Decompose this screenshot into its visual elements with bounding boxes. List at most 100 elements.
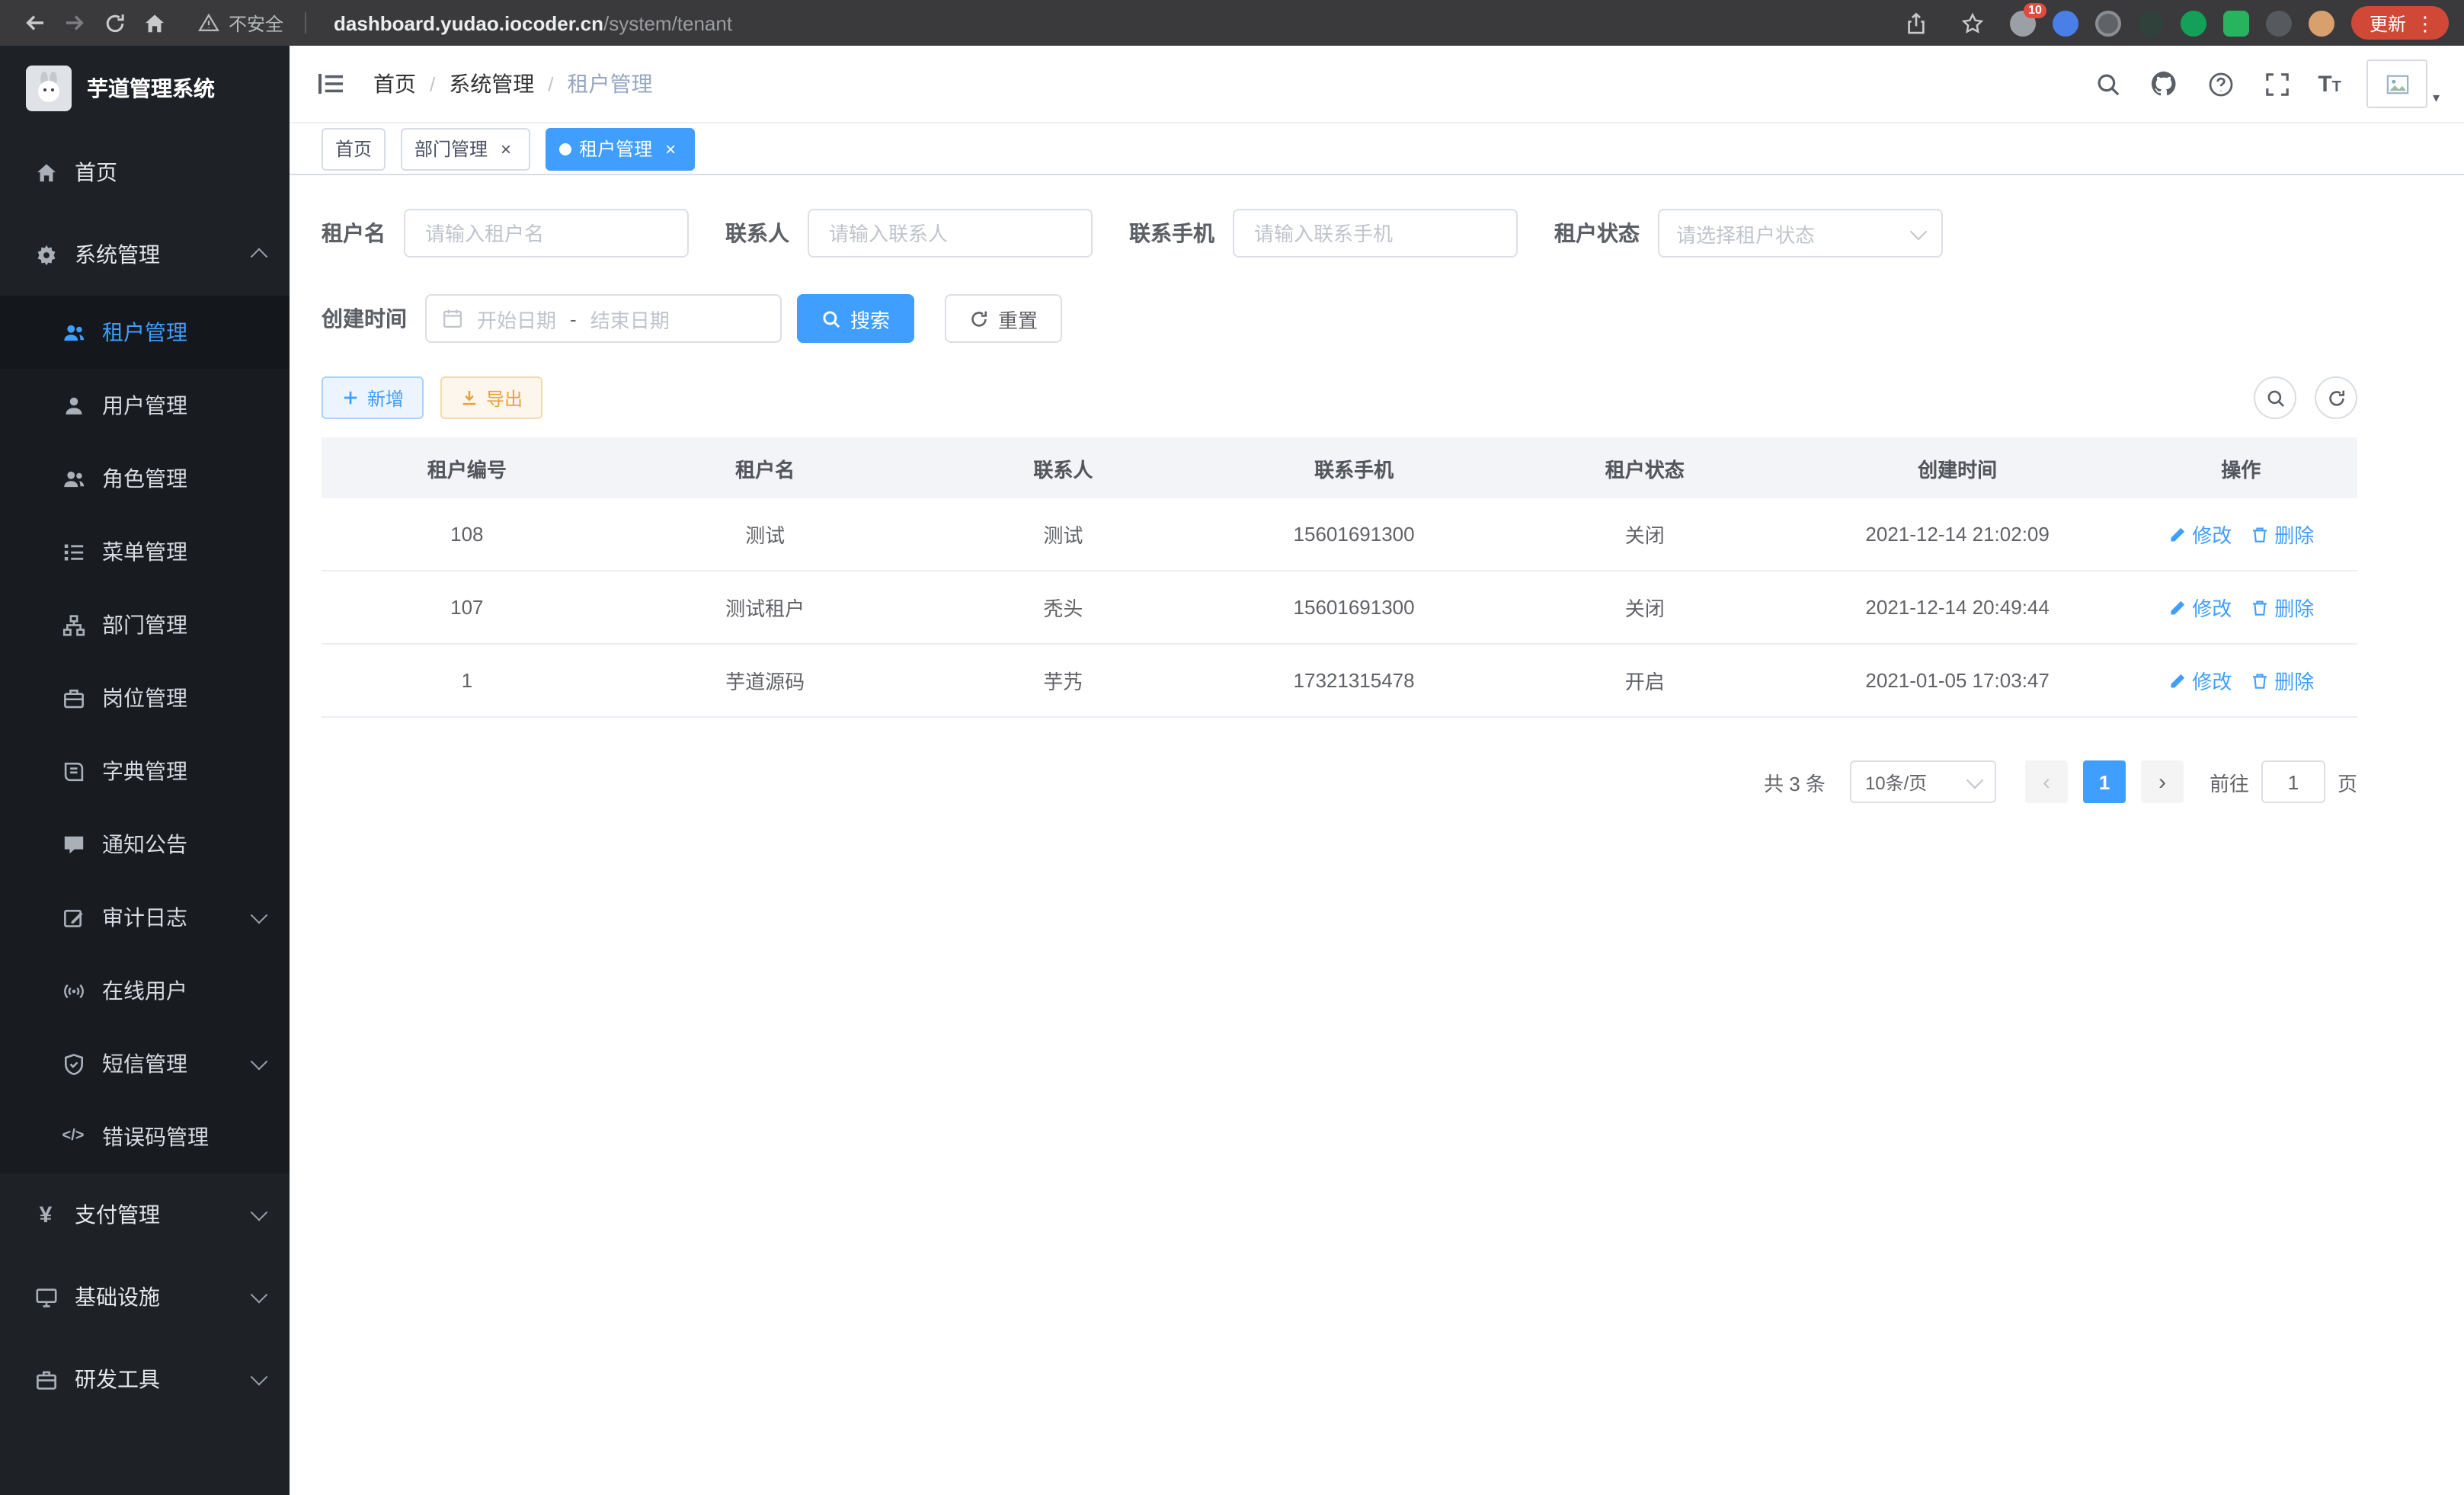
prev-page-button[interactable]: ‹: [2025, 760, 2068, 803]
extensions-puzzle-icon[interactable]: [2266, 10, 2292, 36]
cell-phone: 17321315478: [1208, 669, 1499, 692]
extension-icon-globe[interactable]: [2095, 10, 2121, 36]
delete-link-label: 删除: [2274, 520, 2314, 549]
breadcrumb-item-home[interactable]: 首页: [373, 69, 416, 99]
dictionary-icon: [61, 759, 85, 783]
sms-shield-icon: [61, 1052, 85, 1076]
site-security-area[interactable]: 不安全: [198, 10, 318, 36]
edit-pencil-icon: [2168, 598, 2186, 616]
sidebar-item-audit-log[interactable]: 审计日志: [0, 881, 290, 954]
search-button[interactable]: 搜索: [797, 294, 914, 343]
help-question-icon[interactable]: [2205, 69, 2235, 99]
extension-icon-chat[interactable]: [2223, 10, 2249, 36]
address-bar[interactable]: dashboard.yudao.iocoder.cn/system/tenant: [334, 11, 732, 34]
fullscreen-icon[interactable]: [2261, 69, 2292, 99]
sidebar-item-user-management[interactable]: 用户管理: [0, 369, 290, 442]
export-button[interactable]: 导出: [440, 376, 542, 419]
status-select[interactable]: 请选择租户状态: [1658, 209, 1943, 258]
cell-status: 关闭: [1499, 593, 1790, 622]
extension-icon-blue[interactable]: [2053, 10, 2078, 36]
edit-pencil-icon: [2168, 671, 2186, 690]
tab-dept-management[interactable]: 部门管理 ×: [401, 127, 530, 170]
edit-link[interactable]: 修改: [2168, 666, 2232, 695]
next-page-button[interactable]: ›: [2141, 760, 2184, 803]
close-icon[interactable]: ×: [495, 138, 517, 159]
sidebar-item-label: 短信管理: [102, 1048, 187, 1079]
tab-tenant-management[interactable]: 租户管理 ×: [546, 127, 695, 170]
extension-badge: 10: [2024, 2, 2046, 18]
contact-input[interactable]: [826, 220, 1074, 246]
tab-label: 部门管理: [414, 136, 488, 162]
sidebar-toggle-button[interactable]: [314, 67, 347, 101]
date-range-picker[interactable]: 开始日期 - 结束日期: [425, 294, 782, 343]
table-row: 1 芋道源码 芋艿 17321315478 开启 2021-01-05 17:0…: [322, 645, 2357, 718]
close-icon[interactable]: ×: [660, 138, 681, 159]
divider: [305, 12, 306, 34]
font-size-icon[interactable]: TT: [2318, 72, 2341, 95]
extension-icon-badged[interactable]: 10: [2010, 10, 2036, 36]
sidebar-item-home[interactable]: 首页: [0, 131, 290, 213]
toggle-search-button[interactable]: [2254, 376, 2296, 419]
sidebar-item-payment-management[interactable]: ¥ 支付管理: [0, 1173, 290, 1256]
delete-link[interactable]: 删除: [2250, 666, 2314, 695]
sidebar-item-error-code-management[interactable]: </> 错误码管理: [0, 1100, 290, 1173]
delete-link[interactable]: 删除: [2250, 593, 2314, 622]
sidebar-item-infrastructure[interactable]: 基础设施: [0, 1256, 290, 1338]
extension-icon-green[interactable]: [2181, 10, 2206, 36]
bookmark-star-button[interactable]: [1954, 3, 1993, 43]
total-count: 共 3 条: [1764, 767, 1826, 796]
sidebar-item-post-management[interactable]: 岗位管理: [0, 661, 290, 735]
goto-page-input[interactable]: [2261, 760, 2325, 803]
edit-link[interactable]: 修改: [2168, 593, 2232, 622]
delete-link[interactable]: 删除: [2250, 520, 2314, 549]
sidebar-item-label: 部门管理: [102, 610, 187, 640]
cell-tenant-name: 测试租户: [613, 593, 918, 622]
search-icon: [821, 309, 841, 328]
extension-icon-dark[interactable]: [2138, 10, 2164, 36]
sidebar-item-dict-management[interactable]: 字典管理: [0, 735, 290, 808]
forward-button[interactable]: [55, 3, 94, 43]
sidebar-item-tenant-management[interactable]: 租户管理: [0, 296, 290, 369]
breadcrumb-separator: /: [548, 72, 553, 95]
reset-button[interactable]: 重置: [945, 294, 1062, 343]
edit-link-label: 修改: [2192, 593, 2232, 622]
edit-link[interactable]: 修改: [2168, 520, 2232, 549]
sidebar-item-dev-tools[interactable]: 研发工具: [0, 1338, 290, 1420]
tenant-name-input[interactable]: [422, 220, 670, 246]
date-end-placeholder: 结束日期: [590, 304, 670, 333]
page-button-1[interactable]: 1: [2083, 760, 2126, 803]
search-button-label: 搜索: [850, 304, 890, 333]
share-button[interactable]: [1897, 3, 1937, 43]
avatar-caret-icon: ▾: [2433, 90, 2440, 108]
trash-icon: [2250, 525, 2268, 543]
add-button[interactable]: 新增: [322, 376, 424, 419]
page-size-select[interactable]: 10条/页: [1850, 760, 1996, 803]
home-button[interactable]: [134, 3, 174, 43]
cell-status: 关闭: [1499, 520, 1790, 549]
tenants-icon: [61, 320, 85, 344]
chevron-down-icon: [251, 1204, 268, 1221]
breadcrumb: 首页 / 系统管理 / 租户管理: [373, 69, 653, 99]
sidebar-item-dept-management[interactable]: 部门管理: [0, 588, 290, 661]
breadcrumb-item-system[interactable]: 系统管理: [449, 69, 534, 99]
sidebar-item-system-management[interactable]: 系统管理: [0, 213, 290, 296]
sidebar-item-menu-management[interactable]: 菜单管理: [0, 515, 290, 588]
logo-image: [26, 66, 72, 111]
header-search-icon[interactable]: [2092, 69, 2123, 99]
sidebar-item-notice[interactable]: 通知公告: [0, 808, 290, 881]
tab-home[interactable]: 首页: [322, 127, 386, 170]
delete-link-label: 删除: [2274, 666, 2314, 695]
user-avatar[interactable]: ▾: [2367, 59, 2440, 108]
col-tenant-name: 租户名: [613, 453, 918, 482]
github-icon[interactable]: [2149, 69, 2179, 99]
reload-button[interactable]: [94, 3, 134, 43]
sidebar-item-sms-management[interactable]: 短信管理: [0, 1027, 290, 1100]
profile-avatar-icon[interactable]: [2309, 10, 2334, 36]
back-button[interactable]: [15, 3, 55, 43]
sidebar-item-online-users[interactable]: 在线用户: [0, 954, 290, 1027]
sidebar-item-role-management[interactable]: 角色管理: [0, 442, 290, 515]
phone-input[interactable]: [1251, 220, 1499, 246]
update-button[interactable]: 更新 ⋮: [2351, 6, 2449, 40]
refresh-table-button[interactable]: [2315, 376, 2357, 419]
tenant-table: 租户编号 租户名 联系人 联系手机 租户状态 创建时间 操作 108 测试 测试…: [322, 437, 2357, 718]
